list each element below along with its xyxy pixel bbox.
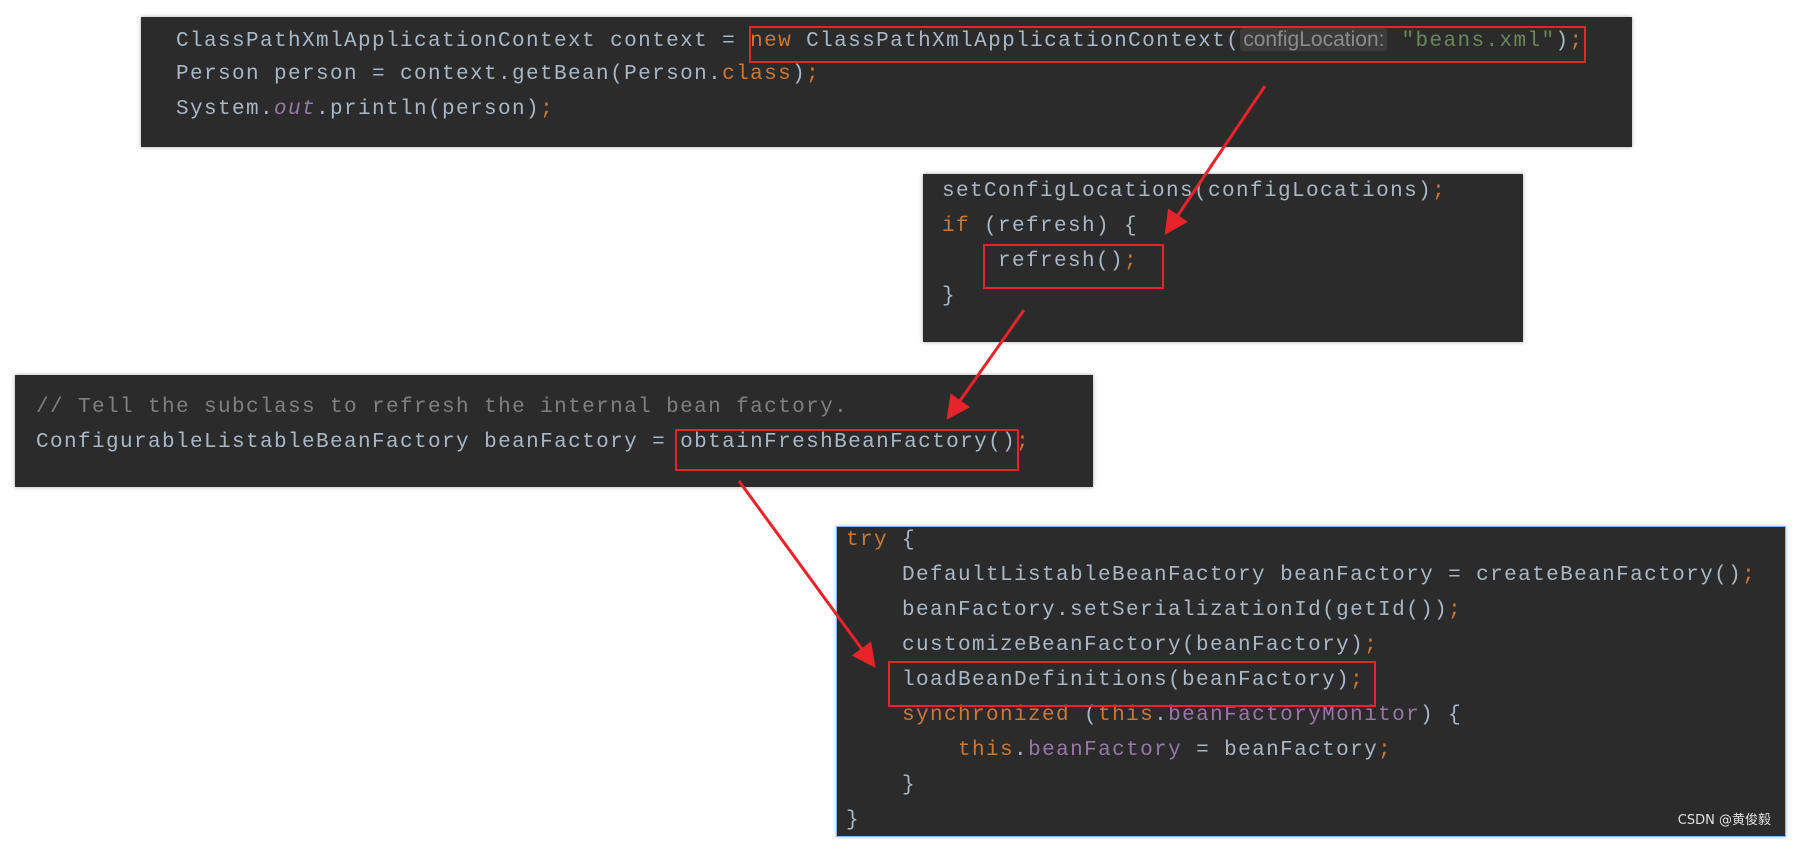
arrow-icon [737,480,876,668]
arrow-icon [946,309,1026,420]
arrow-icon [1164,85,1267,235]
arrows-layer [737,85,1267,668]
